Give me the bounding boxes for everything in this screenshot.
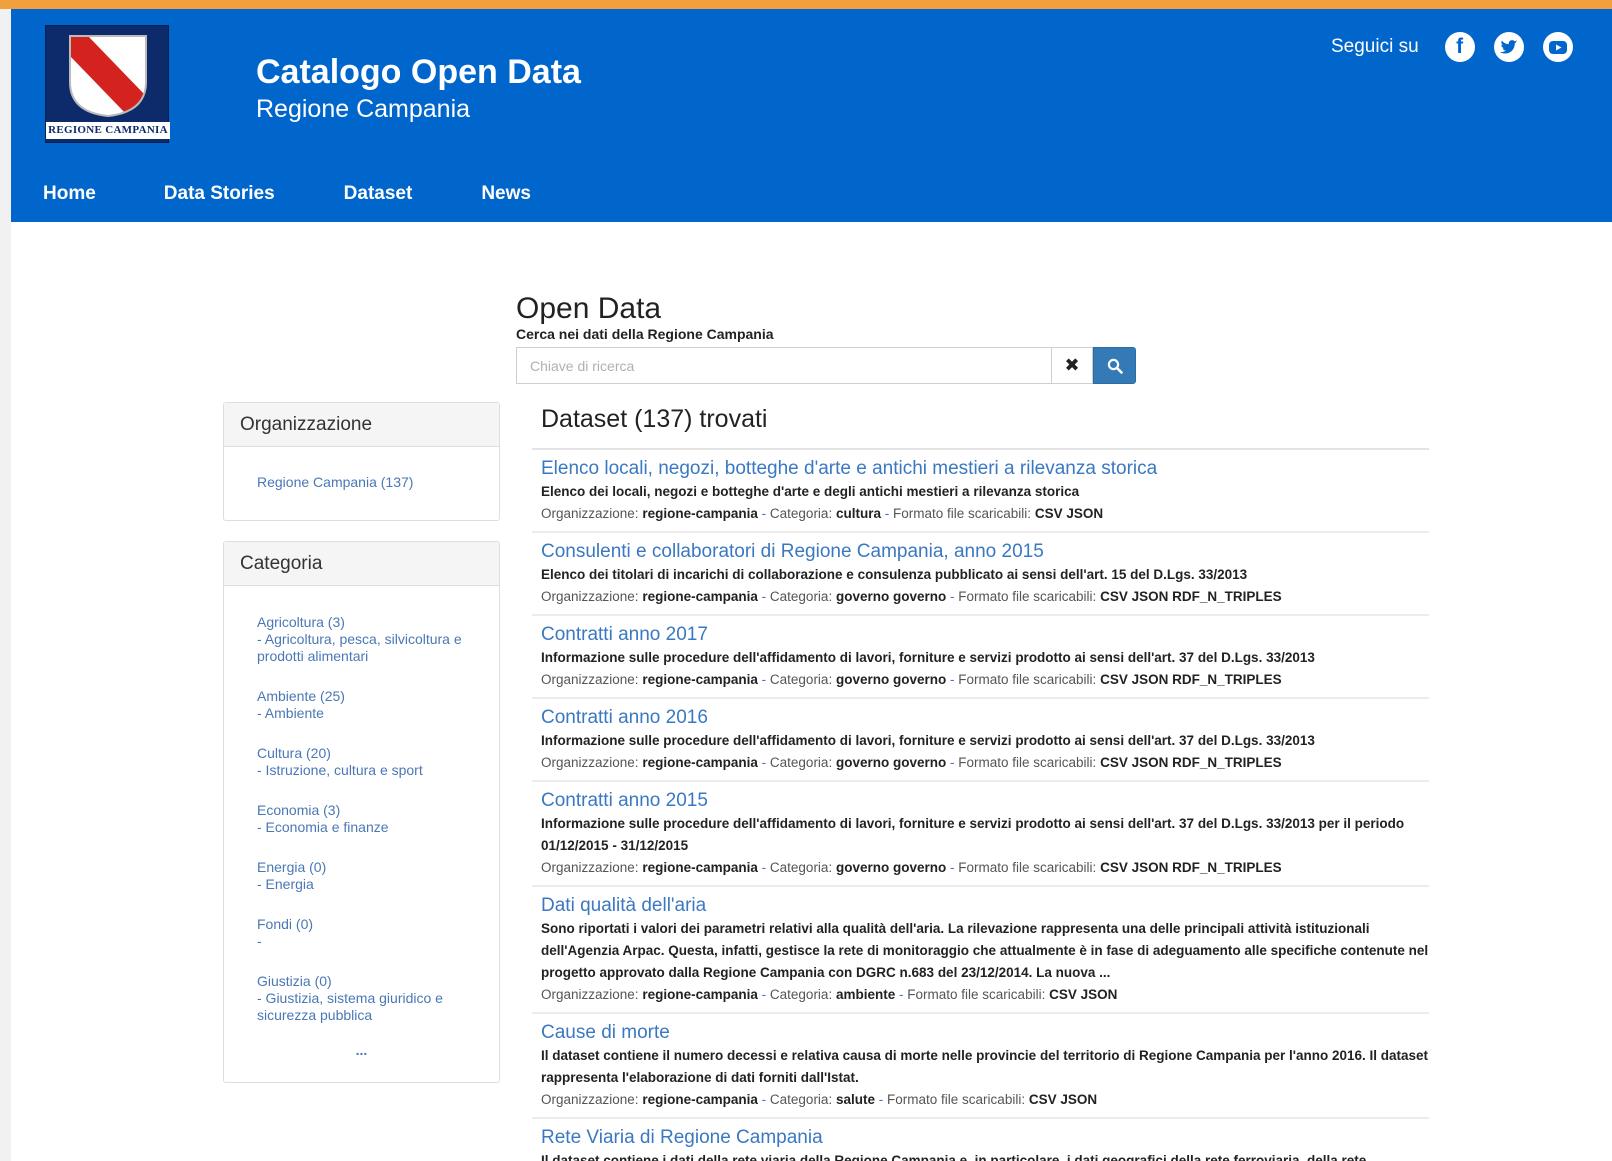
site-subtitle: Regione Campania xyxy=(256,95,471,123)
twitter-icon[interactable] xyxy=(1493,32,1524,62)
dataset-item: Contratti anno 2016 Informazione sulle p… xyxy=(532,699,1429,782)
organization-facet: Organizzazione Regione Campania (137) xyxy=(223,402,500,521)
dataset-description: Elenco dei titolari di incarichi di coll… xyxy=(541,567,1248,582)
site-title[interactable]: Catalogo Open Data xyxy=(256,53,581,92)
region-logo[interactable]: REGIONE CAMPANIA xyxy=(45,25,170,143)
logo-text: REGIONE CAMPANIA xyxy=(46,122,170,139)
dataset-title-link[interactable]: Elenco locali, negozi, botteghe d'arte e… xyxy=(541,457,1429,481)
main-nav: Home Data Stories Dataset News xyxy=(11,165,1612,222)
dataset-item: Consulenti e collaboratori di Regione Ca… xyxy=(532,533,1429,616)
dataset-description: Sono riportati i valori dei parametri re… xyxy=(541,921,1429,980)
dataset-item: Dati qualità dell'aria Sono riportati i … xyxy=(532,887,1429,1014)
follow-label: Seguici su xyxy=(1331,36,1419,57)
dataset-item: Elenco locali, negozi, botteghe d'arte e… xyxy=(532,450,1429,533)
dataset-title-link[interactable]: Rete Viaria di Regione Campania xyxy=(541,1126,1429,1150)
dataset-description: Informazione sulle procedure dell'affida… xyxy=(541,733,1315,748)
dataset-item: Rete Viaria di Regione Campania Il datas… xyxy=(532,1119,1429,1161)
dataset-meta: Organizzazione: regione-campania - Categ… xyxy=(541,506,1104,521)
facet-org-regione-campania[interactable]: Regione Campania (137) xyxy=(257,474,499,491)
organization-heading: Organizzazione xyxy=(224,403,499,447)
show-more-categories[interactable]: ... xyxy=(224,1042,499,1082)
dataset-item: Contratti anno 2017 Informazione sulle p… xyxy=(532,616,1429,699)
dataset-title-link[interactable]: Contratti anno 2017 xyxy=(541,623,1429,647)
results-count-title: Dataset (137) trovati xyxy=(541,405,768,433)
facet-category[interactable]: Fondi (0) - xyxy=(257,916,499,950)
facet-category[interactable]: Agricoltura (3) - Agricoltura, pesca, si… xyxy=(257,614,467,665)
facebook-icon[interactable]: f xyxy=(1444,32,1475,62)
dataset-description: Il dataset contiene i dati della rete vi… xyxy=(541,1153,1367,1161)
dataset-item: Contratti anno 2015 Informazione sulle p… xyxy=(532,782,1429,887)
results-section: Dataset (137) trovati Elenco locali, neg… xyxy=(532,405,1429,1161)
nav-home[interactable]: Home xyxy=(43,183,96,205)
category-facet: Categoria Agricoltura (3) - Agricoltura,… xyxy=(223,541,500,1083)
search-section: Open Data Cerca nei dati della Regione C… xyxy=(516,292,1136,384)
facet-category[interactable]: Cultura (20) - Istruzione, cultura e spo… xyxy=(257,745,499,779)
nav-dataset[interactable]: Dataset xyxy=(344,183,413,205)
dataset-description: Informazione sulle procedure dell'affida… xyxy=(541,650,1315,665)
youtube-icon[interactable] xyxy=(1542,32,1573,62)
clear-search-button[interactable]: ✖ xyxy=(1051,347,1093,384)
dataset-meta: Organizzazione: regione-campania - Categ… xyxy=(541,987,1118,1002)
dataset-meta: Organizzazione: regione-campania - Categ… xyxy=(541,672,1282,687)
top-accent-strip xyxy=(0,0,1612,9)
search-bar: ✖ xyxy=(516,347,1136,384)
search-title: Open Data xyxy=(516,292,662,325)
dataset-title-link[interactable]: Cause di morte xyxy=(541,1021,1429,1045)
nav-data-stories[interactable]: Data Stories xyxy=(164,183,275,205)
shield-icon xyxy=(69,35,147,118)
facet-category[interactable]: Ambiente (25) - Ambiente xyxy=(257,688,499,722)
dataset-meta: Organizzazione: regione-campania - Categ… xyxy=(541,589,1282,604)
search-subtitle: Cerca nei dati della Regione Campania xyxy=(516,326,774,342)
dataset-title-link[interactable]: Consulenti e collaboratori di Regione Ca… xyxy=(541,540,1429,564)
dataset-meta: Organizzazione: regione-campania - Categ… xyxy=(541,1092,1098,1107)
search-button[interactable] xyxy=(1093,347,1136,384)
dataset-title-link[interactable]: Contratti anno 2015 xyxy=(541,789,1429,813)
facet-category[interactable]: Giustizia (0) - Giustizia, sistema giuri… xyxy=(257,973,467,1024)
nav-news[interactable]: News xyxy=(481,183,531,205)
dataset-meta: Organizzazione: regione-campania - Categ… xyxy=(541,755,1282,770)
dataset-description: Il dataset contiene il numero decessi e … xyxy=(541,1048,1428,1085)
search-input[interactable] xyxy=(516,347,1051,384)
search-icon xyxy=(1107,358,1123,374)
category-heading: Categoria xyxy=(224,542,499,586)
close-icon: ✖ xyxy=(1064,355,1080,375)
dataset-description: Informazione sulle procedure dell'affida… xyxy=(541,816,1405,853)
dataset-description: Elenco dei locali, negozi e botteghe d'a… xyxy=(541,484,1080,499)
facet-category[interactable]: Energia (0) - Energia xyxy=(257,859,499,893)
social-links: Seguici su f xyxy=(1331,31,1592,63)
dataset-title-link[interactable]: Contratti anno 2016 xyxy=(541,706,1429,730)
facet-category[interactable]: Economia (3) - Economia e finanze xyxy=(257,802,499,836)
left-gutter xyxy=(0,9,11,1161)
dataset-meta: Organizzazione: regione-campania - Categ… xyxy=(541,860,1282,875)
site-header: REGIONE CAMPANIA Catalogo Open Data Regi… xyxy=(11,9,1612,165)
dataset-title-link[interactable]: Dati qualità dell'aria xyxy=(541,894,1429,918)
dataset-list: Elenco locali, negozi, botteghe d'arte e… xyxy=(532,450,1429,1161)
dataset-item: Cause di morte Il dataset contiene il nu… xyxy=(532,1014,1429,1119)
